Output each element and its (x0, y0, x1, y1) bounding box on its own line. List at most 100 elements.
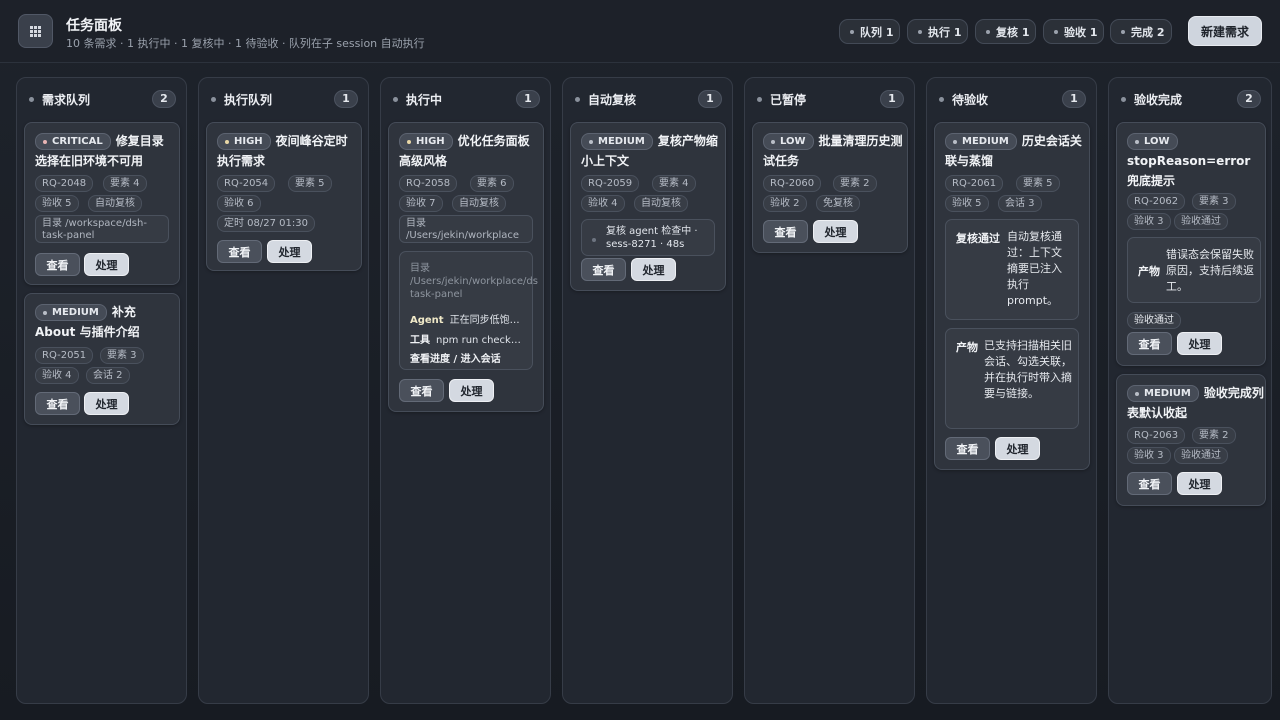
card-id: RQ-2054 (217, 175, 276, 192)
task-card[interactable]: MEDIUM 历史会话关联与蒸馏 RQ-2061 要素 5 验收 5 会话 3 复… (934, 122, 1090, 470)
process-button[interactable]: 处理 (631, 258, 676, 281)
agent-row: Agent 正在同步低饱… (410, 311, 528, 326)
app-logo[interactable] (18, 14, 53, 48)
column-header: 执行中 1 (381, 78, 550, 120)
review-result-text: 自动复核通过：上下文摘要已注入执行 prompt。 (1007, 230, 1062, 307)
task-card[interactable]: MEDIUM 复核产物缩小上下文 RQ-2059 要素 4 验收 4 自动复核 复… (570, 122, 726, 291)
process-button[interactable]: 处理 (1177, 332, 1222, 355)
status-dot (939, 97, 944, 102)
priority-badge: MEDIUM (35, 304, 107, 321)
column-header: 执行队列 1 (199, 78, 368, 120)
artifact-label: 产物 (956, 341, 978, 354)
priority-badge: HIGH (217, 133, 271, 150)
view-button[interactable]: 查看 (399, 379, 444, 402)
stat-queue[interactable]: 队列 1 (839, 19, 900, 44)
view-button[interactable]: 查看 (581, 258, 626, 281)
sessions-tag: 会话 2 (86, 367, 130, 384)
priority-badge: MEDIUM (945, 133, 1017, 150)
artifact-text: 已支持扫描相关旧会话、勾选关联，并在执行时带入摘要与链接。 (984, 339, 1072, 400)
column-title: 执行中 (406, 93, 443, 107)
process-button[interactable]: 处理 (813, 220, 858, 243)
open-session-link[interactable]: 查看进度 / 进入会话 (410, 350, 501, 365)
process-button[interactable]: 处理 (995, 437, 1040, 460)
tool-row: 工具 npm run check… (410, 331, 528, 346)
task-card[interactable]: MEDIUM 验收完成列表默认收起 RQ-2063 要素 2 验收 3 验收通过 … (1116, 374, 1266, 506)
page-title: 任务面板 (66, 18, 122, 34)
priority-badge: CRITICAL (35, 133, 111, 150)
schedule-tag: 定时 08/27 01:30 (217, 215, 315, 232)
stat-accept[interactable]: 验收 1 (1043, 19, 1104, 44)
page-subtitle: 10 条需求 · 1 执行中 · 1 复核中 · 1 待验收 · 队列在子 se… (66, 37, 425, 50)
status-dot (592, 238, 596, 242)
column-accepted: 验收完成 2 LOW stopReason=error 兜底提示 RQ-2062 … (1108, 77, 1272, 704)
status-dot (29, 97, 34, 102)
artifact-text: 错误态会保留失败原因，支持后续返工。 (1166, 248, 1254, 293)
column-count: 2 (152, 90, 176, 108)
accept-tag: 验收 6 (217, 195, 261, 212)
accept-tag: 验收 3 (1127, 213, 1171, 230)
elements-tag: 要素 3 (1192, 193, 1236, 210)
accept-tag: 验收 5 (945, 195, 989, 212)
column-header: 已暂停 1 (745, 78, 914, 120)
review-status-text: 复核 agent 检查中 · sess-8271 · 48s (606, 226, 698, 250)
elements-tag: 要素 2 (833, 175, 877, 192)
column-title: 自动复核 (588, 93, 637, 107)
column-execution-queue: 执行队列 1 HIGH 夜间峰谷定时执行需求 RQ-2054 要素 5 验收 6 … (198, 77, 369, 704)
column-count: 1 (516, 90, 540, 108)
view-button[interactable]: 查看 (945, 437, 990, 460)
view-button[interactable]: 查看 (35, 392, 80, 415)
status-dot (393, 97, 398, 102)
view-button[interactable]: 查看 (763, 220, 808, 243)
card-id: RQ-2061 (945, 175, 1004, 192)
view-button[interactable]: 查看 (1127, 332, 1172, 355)
artifact-summary: 产物 错误态会保留失败原因，支持后续返工。 (1127, 237, 1261, 303)
column-count: 1 (880, 90, 904, 108)
column-header: 自动复核 1 (563, 78, 732, 120)
view-button[interactable]: 查看 (35, 253, 80, 276)
status-dot (575, 97, 580, 102)
status-dot (1121, 97, 1126, 102)
column-header: 验收完成 2 (1109, 78, 1271, 120)
elements-tag: 要素 3 (100, 347, 144, 364)
task-card[interactable]: LOW 批量清理历史测试任务 RQ-2060 要素 2 验收 2 免复核 查看 处… (752, 122, 908, 253)
column-header: 需求队列 2 (17, 78, 186, 120)
tool-status: npm run check… (436, 335, 521, 346)
agent-label: Agent (410, 315, 444, 326)
new-request-button[interactable]: 新建需求 (1188, 16, 1262, 46)
task-card[interactable]: HIGH 优化任务面板高级风格 RQ-2058 要素 6 验收 7 自动复核 目录… (388, 122, 544, 412)
status-dot (211, 97, 216, 102)
column-count: 1 (334, 90, 358, 108)
task-card[interactable]: MEDIUM 补充 About 与插件介绍 RQ-2051 要素 3 验收 4 会… (24, 293, 180, 425)
top-bar: 任务面板 10 条需求 · 1 执行中 · 1 复核中 · 1 待验收 · 队列… (0, 0, 1280, 63)
task-card[interactable]: CRITICAL 修复目录选择在旧环境不可用 RQ-2048 要素 4 验收 5 … (24, 122, 180, 285)
stat-review[interactable]: 复核 1 (975, 19, 1036, 44)
column-title: 已暂停 (770, 93, 807, 107)
review-status: 复核 agent 检查中 · sess-8271 · 48s (581, 219, 715, 256)
column-title: 需求队列 (42, 93, 91, 107)
process-button[interactable]: 处理 (1177, 472, 1222, 495)
process-button[interactable]: 处理 (267, 240, 312, 263)
review-tag: 免复核 (816, 195, 860, 212)
task-card[interactable]: LOW stopReason=error 兜底提示 RQ-2062 要素 3 验收… (1116, 122, 1266, 366)
acceptance-badge: 验收通过 (1127, 312, 1181, 329)
task-card[interactable]: HIGH 夜间峰谷定时执行需求 RQ-2054 要素 5 验收 6 定时 08/2… (206, 122, 362, 271)
passed-tag: 验收通过 (1174, 213, 1228, 230)
agent-directory: 目录 /Users/jekin/workplace/ds task-panel (410, 263, 538, 300)
priority-badge: LOW (763, 133, 814, 150)
card-id: RQ-2048 (35, 175, 94, 192)
process-button[interactable]: 处理 (84, 392, 129, 415)
process-button[interactable]: 处理 (84, 253, 129, 276)
passed-tag: 验收通过 (1174, 447, 1228, 464)
card-id: RQ-2059 (581, 175, 640, 192)
process-button[interactable]: 处理 (449, 379, 494, 402)
artifact-label: 产物 (1138, 265, 1160, 278)
directory-path: 目录 /Users/jekin/workplace (399, 215, 533, 243)
view-button[interactable]: 查看 (217, 240, 262, 263)
stat-running[interactable]: 执行 1 (907, 19, 968, 44)
grid-icon (30, 25, 41, 37)
accept-tag: 验收 3 (1127, 447, 1171, 464)
stat-done[interactable]: 完成 2 (1110, 19, 1172, 44)
view-button[interactable]: 查看 (1127, 472, 1172, 495)
accept-tag: 验收 4 (581, 195, 625, 212)
column-header: 待验收 1 (927, 78, 1096, 120)
